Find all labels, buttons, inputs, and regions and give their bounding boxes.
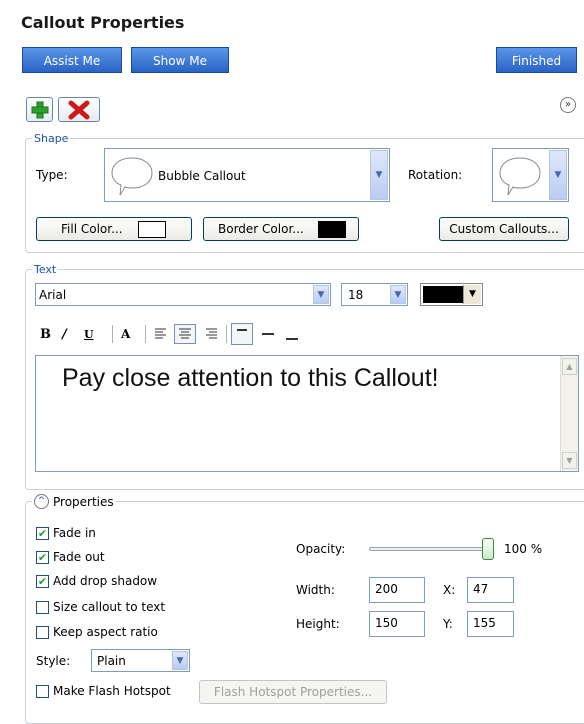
font-size-value: 18	[348, 288, 364, 302]
fill-color-button[interactable]: Fill Color...	[36, 217, 192, 241]
bubble-callout-icon	[111, 157, 153, 196]
width-field[interactable]: 200	[369, 577, 425, 603]
font-size-select[interactable]: 18 ▼	[341, 283, 408, 306]
callout-text: Pay close attention to this Callout!	[62, 364, 439, 392]
toolbar-divider	[226, 325, 227, 343]
fill-color-label: Fill Color...	[61, 222, 123, 236]
delete-icon	[68, 100, 90, 120]
text-color-picker[interactable]: ▼	[420, 283, 483, 306]
align-right-icon[interactable]	[202, 326, 222, 342]
opacity-slider-track[interactable]	[369, 538, 494, 560]
font-family-value: Arial	[39, 288, 67, 302]
chevron-down-icon: ▼	[370, 150, 388, 200]
add-callout-button[interactable]	[26, 97, 53, 122]
text-color-swatch	[423, 286, 463, 303]
add-icon	[31, 101, 49, 119]
format-toolbar: B / U A	[40, 322, 303, 346]
opacity-slider-thumb[interactable]	[482, 538, 494, 560]
panel-title: Callout Properties	[21, 13, 185, 32]
shape-legend: Shape	[34, 132, 69, 145]
flash-hotspot-option[interactable]: Make Flash Hotspot	[36, 684, 171, 698]
toolbar-divider	[112, 325, 113, 343]
callout-rotation-icon	[499, 157, 541, 196]
shape-type-select[interactable]: Bubble Callout ▼	[104, 148, 390, 202]
fade-out-option[interactable]: ✔ Fade out	[36, 550, 105, 564]
keep-aspect-option[interactable]: Keep aspect ratio	[36, 625, 158, 639]
scroll-down-icon[interactable]: ▼	[562, 452, 577, 469]
callout-text-area[interactable]: Pay close attention to this Callout! ▲ ▼	[35, 355, 579, 472]
style-value: Plain	[97, 654, 126, 668]
size-to-text-checkbox[interactable]	[36, 600, 49, 614]
style-label: Style:	[36, 654, 71, 668]
flash-hotspot-properties-button: Flash Hotspot Properties...	[199, 680, 387, 704]
text-legend: Text	[34, 263, 57, 276]
properties-legend-label: Properties	[53, 494, 114, 509]
opacity-value: 100 %	[504, 542, 543, 556]
align-left-icon[interactable]	[152, 326, 170, 342]
show-me-button[interactable]: Show Me	[131, 47, 229, 73]
custom-callouts-button[interactable]: Custom Callouts...	[439, 217, 569, 241]
chevron-down-icon: ▼	[172, 651, 188, 670]
text-scrollbar[interactable]: ▲ ▼	[560, 356, 578, 471]
fade-out-label: Fade out	[53, 550, 105, 564]
x-label: X:	[443, 583, 456, 597]
properties-legend: ^ Properties	[32, 494, 116, 509]
opacity-label: Opacity:	[296, 542, 346, 556]
flash-hotspot-label: Make Flash Hotspot	[53, 684, 171, 698]
valign-top-icon[interactable]	[231, 323, 253, 345]
flash-hotspot-checkbox[interactable]	[36, 684, 49, 698]
x-field[interactable]: 47	[467, 577, 514, 603]
style-select[interactable]: Plain ▼	[91, 649, 190, 672]
drop-shadow-checkbox[interactable]: ✔	[36, 574, 49, 588]
border-color-button[interactable]: Border Color...	[203, 217, 359, 241]
y-label: Y:	[443, 617, 453, 631]
scroll-up-icon[interactable]: ▲	[562, 358, 577, 375]
valign-middle-icon[interactable]	[257, 324, 279, 344]
valign-bottom-icon[interactable]	[281, 324, 303, 344]
height-field[interactable]: 150	[369, 611, 425, 637]
border-color-swatch	[317, 221, 346, 238]
rotation-select[interactable]: ▼	[492, 148, 569, 202]
fade-out-checkbox[interactable]: ✔	[36, 550, 49, 564]
fade-in-checkbox[interactable]: ✔	[36, 526, 49, 540]
finished-button[interactable]: Finished	[496, 47, 577, 73]
toolbar-divider	[145, 325, 146, 343]
drop-shadow-label: Add drop shadow	[53, 574, 158, 588]
font-style-icon[interactable]: A	[121, 327, 139, 341]
type-label: Type:	[36, 168, 68, 182]
fill-color-swatch	[138, 221, 167, 238]
delete-callout-button[interactable]	[58, 97, 100, 122]
size-to-text-label: Size callout to text	[53, 600, 166, 614]
rotation-label: Rotation:	[408, 168, 463, 182]
drop-shadow-option[interactable]: ✔ Add drop shadow	[36, 574, 157, 588]
chevron-down-icon: ▼	[313, 285, 329, 304]
assist-me-button[interactable]: Assist Me	[22, 47, 122, 73]
collapse-all-icon[interactable]: »	[560, 97, 576, 113]
font-family-select[interactable]: Arial ▼	[35, 283, 331, 306]
italic-icon[interactable]: /	[62, 327, 84, 342]
chevron-down-icon: ▼	[549, 150, 567, 200]
size-to-text-option[interactable]: Size callout to text	[36, 600, 165, 614]
collapse-up-icon[interactable]: ^	[34, 494, 49, 509]
chevron-down-icon: ▼	[463, 285, 481, 304]
underline-icon[interactable]: U	[84, 328, 104, 341]
keep-aspect-label: Keep aspect ratio	[53, 625, 158, 639]
width-label: Width:	[296, 583, 335, 597]
align-center-icon[interactable]	[174, 324, 196, 344]
shape-type-value: Bubble Callout	[158, 169, 246, 183]
fade-in-option[interactable]: ✔ Fade in	[36, 526, 96, 540]
y-field[interactable]: 155	[467, 611, 514, 637]
height-label: Height:	[296, 617, 340, 631]
keep-aspect-checkbox[interactable]	[36, 625, 49, 639]
bold-icon[interactable]: B	[40, 327, 62, 342]
fade-in-label: Fade in	[53, 526, 96, 540]
chevron-down-icon: ▼	[390, 285, 406, 304]
border-color-label: Border Color...	[218, 222, 304, 236]
